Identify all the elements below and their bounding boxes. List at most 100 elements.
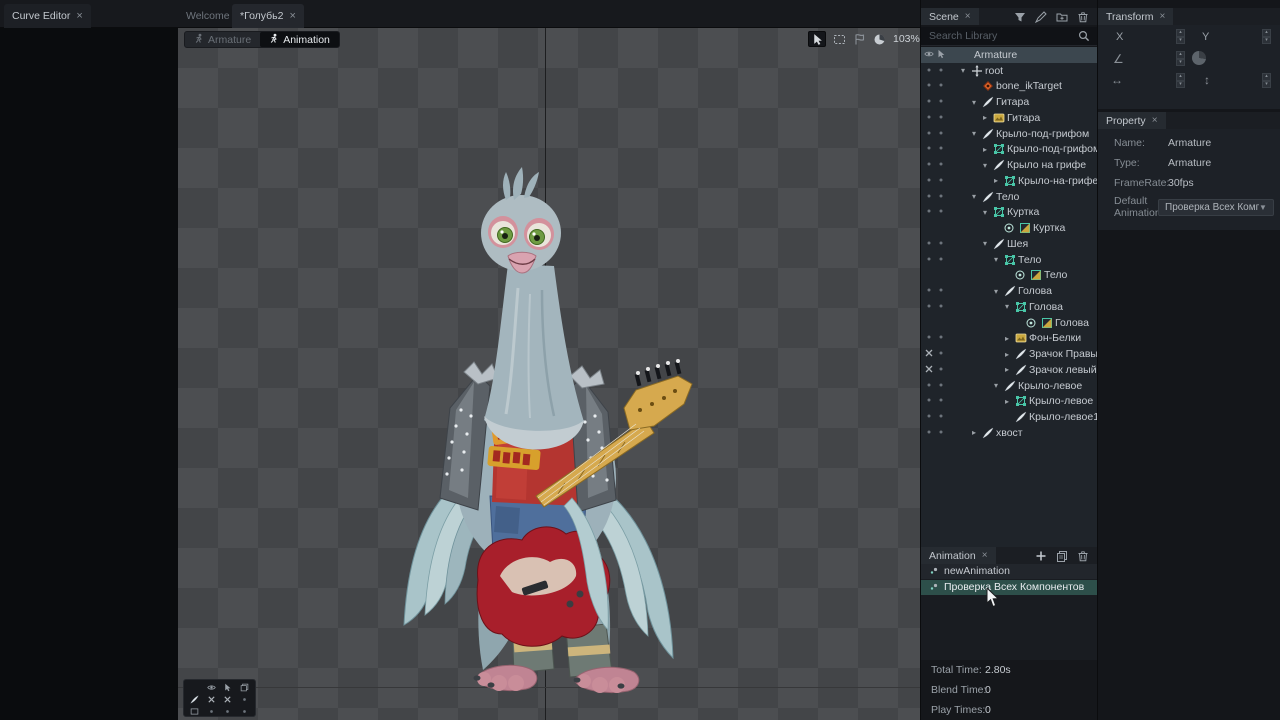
marquee-icon[interactable] — [833, 33, 846, 46]
dot[interactable] — [936, 80, 946, 92]
expander-icon[interactable]: ▾ — [991, 287, 1001, 296]
dot[interactable] — [936, 380, 946, 392]
mode-animation-button[interactable]: Animation — [260, 32, 339, 47]
expander-icon[interactable]: ▸ — [1002, 350, 1012, 359]
dot[interactable] — [936, 65, 946, 77]
tree-item[interactable]: ▸ Крыло-под-грифом — [921, 142, 1097, 158]
tab-scene[interactable]: Scene × — [921, 8, 979, 25]
dot[interactable] — [924, 159, 934, 171]
tree-item[interactable]: bone_ikTarget — [921, 79, 1097, 95]
tab-property[interactable]: Property × — [1098, 112, 1166, 129]
filter-icon[interactable] — [1014, 11, 1026, 23]
slot-icon[interactable] — [1003, 222, 1015, 234]
trash-icon[interactable] — [1077, 550, 1089, 562]
cursor-icon[interactable] — [936, 49, 946, 61]
dot[interactable] — [924, 254, 934, 266]
dot[interactable] — [936, 427, 946, 439]
dot[interactable] — [220, 705, 237, 717]
tree-item[interactable]: ▸ Зрачок левый — [921, 362, 1097, 378]
x-mark[interactable] — [924, 364, 934, 376]
tree-item[interactable]: ▾ Голова — [921, 283, 1097, 299]
close-icon[interactable]: × — [290, 10, 296, 22]
expander-icon[interactable]: ▸ — [1002, 397, 1012, 406]
expander-icon[interactable]: ▾ — [969, 192, 979, 201]
dot[interactable] — [924, 112, 934, 124]
x-mark[interactable] — [220, 693, 237, 705]
dot[interactable] — [924, 65, 934, 77]
rotation-stepper[interactable]: ▴ ▾ — [1176, 51, 1185, 66]
expander-icon[interactable]: ▾ — [969, 129, 979, 138]
tab-animation[interactable]: Animation × — [921, 547, 996, 564]
dot[interactable] — [936, 348, 946, 360]
close-icon[interactable]: × — [76, 10, 82, 22]
expander-icon[interactable]: ▾ — [980, 239, 990, 248]
tree-item[interactable]: ▸ Гитара — [921, 110, 1097, 126]
dot[interactable] — [936, 332, 946, 344]
expander-icon[interactable]: ▾ — [1002, 302, 1012, 311]
tab-document[interactable]: *Голубь2 × — [232, 4, 304, 28]
scale-x-stepper[interactable]: ▴ ▾ — [1176, 73, 1185, 88]
dot[interactable] — [924, 427, 934, 439]
dot[interactable] — [936, 159, 946, 171]
dot[interactable] — [924, 301, 934, 313]
y-stepper[interactable]: ▴ ▾ — [1262, 29, 1271, 44]
tree-item[interactable]: ▸ хвост — [921, 425, 1097, 441]
flag-icon[interactable] — [853, 33, 866, 46]
tree-item[interactable]: ▸ Фон-Белки — [921, 331, 1097, 347]
tree-item[interactable]: Тело — [921, 268, 1097, 284]
rotation-dial-icon[interactable] — [1192, 51, 1206, 65]
x-mark[interactable] — [203, 693, 220, 705]
dot[interactable] — [924, 380, 934, 392]
slot-icon[interactable] — [1014, 269, 1026, 281]
dot[interactable] — [936, 238, 946, 250]
x-mark[interactable] — [924, 348, 934, 360]
expander-icon[interactable]: ▾ — [991, 255, 1001, 264]
dot[interactable] — [936, 191, 946, 203]
tree-item[interactable]: ▸ Зрачок Правый — [921, 346, 1097, 362]
tab-transform[interactable]: Transform × — [1098, 8, 1174, 25]
close-icon[interactable]: × — [1152, 115, 1158, 126]
tree-item[interactable]: Крыло-левое1 — [921, 409, 1097, 425]
dot[interactable] — [936, 206, 946, 218]
tree-item[interactable]: Куртка — [921, 220, 1097, 236]
dot[interactable] — [924, 96, 934, 108]
dot[interactable] — [924, 80, 934, 92]
dot[interactable] — [924, 175, 934, 187]
eye-icon[interactable] — [924, 49, 934, 61]
dot[interactable] — [236, 693, 253, 705]
dot[interactable] — [924, 411, 934, 423]
dot[interactable] — [924, 191, 934, 203]
tree-item[interactable]: ▸ Крыло-на-грифе — [921, 173, 1097, 189]
dot[interactable] — [936, 254, 946, 266]
tree-item[interactable]: ▾ Шея — [921, 236, 1097, 252]
trash-icon[interactable] — [1077, 11, 1089, 23]
tree-item[interactable]: ▾ Гитара — [921, 94, 1097, 110]
expander-icon[interactable]: ▸ — [991, 176, 1001, 185]
tab-welcome[interactable]: Welcome — [178, 4, 238, 28]
tree-item[interactable]: ▾ Крыло-левое — [921, 378, 1097, 394]
tree-item[interactable]: ▾ Куртка — [921, 205, 1097, 221]
search-input[interactable] — [921, 30, 1078, 42]
dot[interactable] — [936, 143, 946, 155]
add-animation-icon[interactable] — [1035, 550, 1047, 562]
expander-icon[interactable]: ▸ — [980, 113, 990, 122]
dot[interactable] — [924, 128, 934, 140]
dot[interactable] — [936, 301, 946, 313]
close-icon[interactable]: × — [965, 11, 971, 22]
duplicate-icon[interactable] — [1056, 550, 1068, 562]
tree-item[interactable]: Armature — [921, 47, 1097, 63]
tree-item[interactable]: ▾ root — [921, 63, 1097, 79]
layers-icon[interactable] — [236, 681, 253, 693]
tree-item[interactable]: Голова — [921, 315, 1097, 331]
tree-item[interactable]: ▾ Голова — [921, 299, 1097, 315]
scene-viewport[interactable]: Armature Animation 103% ▾ — [178, 28, 920, 720]
pen-icon[interactable] — [1035, 10, 1047, 23]
add-folder-icon[interactable] — [1056, 11, 1068, 23]
eye-icon[interactable] — [203, 681, 220, 693]
expander-icon[interactable]: ▸ — [1002, 334, 1012, 343]
tree-item[interactable]: ▾ Тело — [921, 252, 1097, 268]
expander-icon[interactable]: ▾ — [969, 98, 979, 107]
expander-icon[interactable]: ▾ — [958, 66, 968, 75]
dot[interactable] — [924, 143, 934, 155]
dot[interactable] — [924, 395, 934, 407]
